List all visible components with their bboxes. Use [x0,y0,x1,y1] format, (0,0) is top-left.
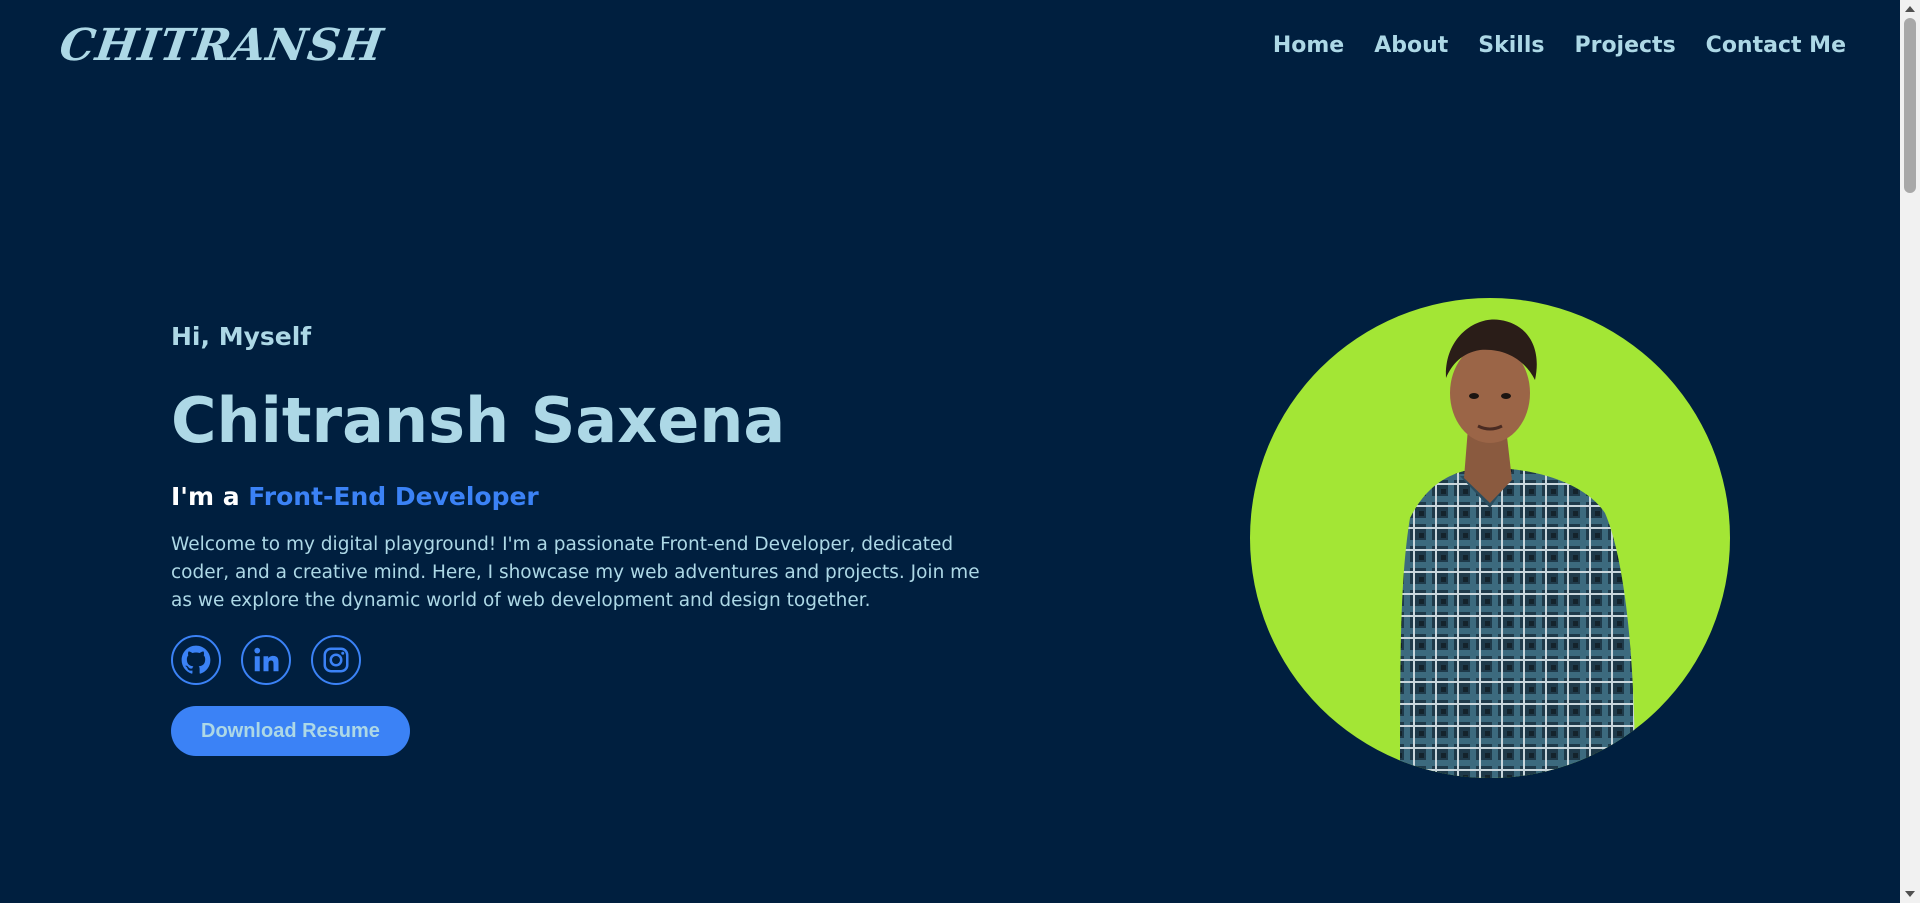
vertical-scrollbar[interactable] [1900,0,1920,903]
site-header: CHITRANSH Home About Skills Projects Con… [0,0,1900,92]
linkedin-link[interactable] [241,635,291,685]
instagram-icon [323,647,349,673]
hero-greeting: Hi, Myself [171,322,312,351]
main-nav: Home About Skills Projects Contact Me [1273,30,1846,62]
hero-role: I'm a Front-End Developer [171,480,991,514]
scroll-up-arrow-icon[interactable] [1905,6,1915,12]
role-prefix: I'm a [171,482,249,511]
nav-projects[interactable]: Projects [1574,30,1675,62]
role-title: Front-End Developer [248,482,539,511]
download-resume-button[interactable]: Download Resume [171,706,410,756]
hero-intro: Welcome to my digital playground! I'm a … [171,534,980,611]
site-logo[interactable]: CHITRANSH [56,20,386,72]
nav-skills[interactable]: Skills [1478,30,1544,62]
hero-name: Chitransh Saxena [171,384,786,457]
nav-home[interactable]: Home [1273,30,1344,62]
profile-photo [1250,298,1730,778]
profile-figure [1400,319,1635,778]
scroll-down-arrow-icon[interactable] [1905,891,1915,897]
page: CHITRANSH Home About Skills Projects Con… [0,0,1920,903]
scroll-thumb[interactable] [1904,18,1916,193]
nav-contact[interactable]: Contact Me [1706,30,1846,62]
github-icon [181,645,211,674]
social-links [171,635,991,685]
linkedin-icon [254,647,279,672]
hero-section: Hi, Myself Chitransh Saxena I'm a Front-… [171,320,991,756]
instagram-link[interactable] [311,635,361,685]
nav-about[interactable]: About [1374,30,1448,62]
github-link[interactable] [171,635,221,685]
